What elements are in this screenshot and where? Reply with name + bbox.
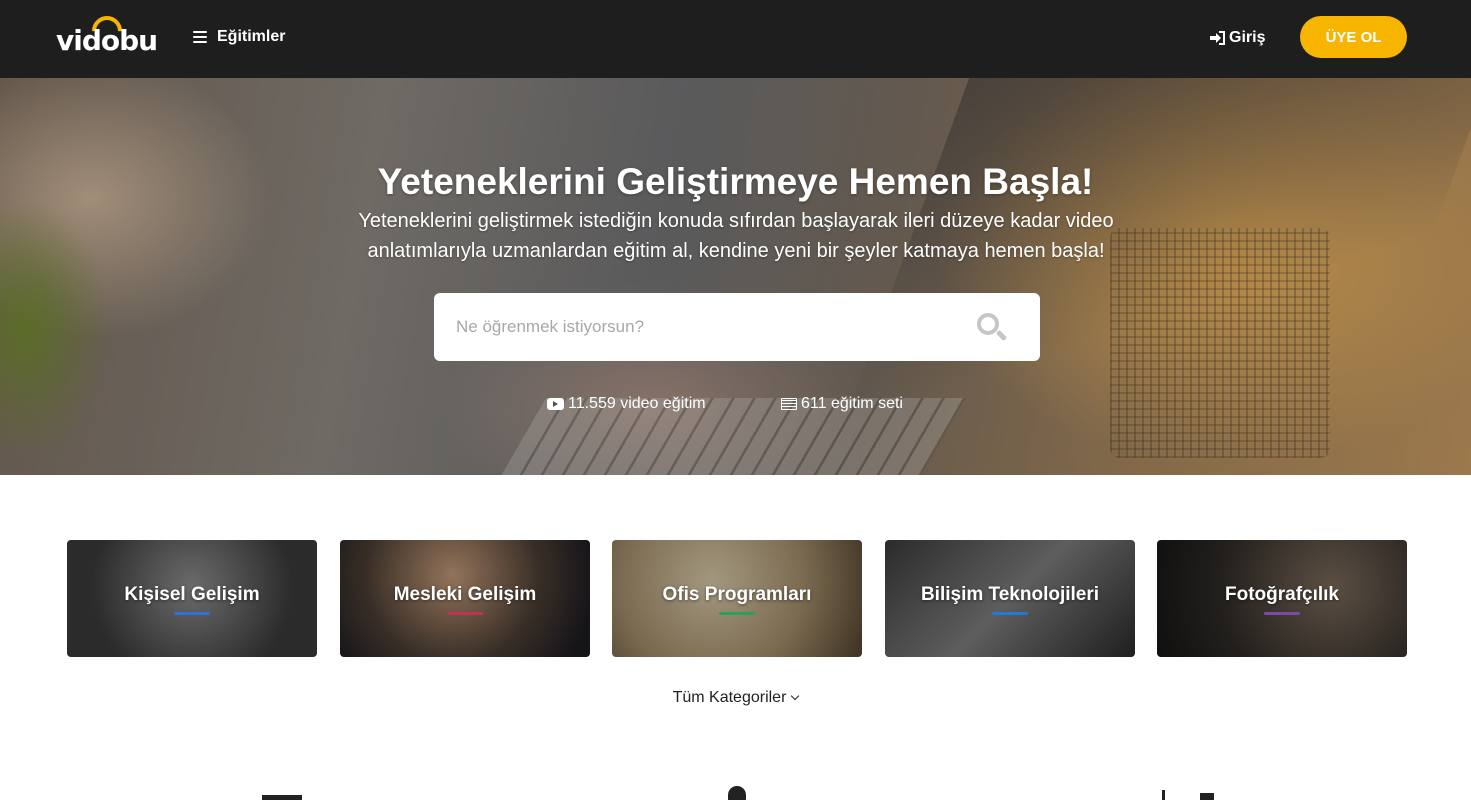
feature-icon-list [262,795,302,800]
list-icon [781,398,797,410]
courses-menu-button[interactable]: Eğitimler [193,28,285,46]
search-box [434,293,1040,361]
all-categories-label: Tüm Kategoriler [672,689,787,706]
play-icon [547,398,564,410]
category-underline [1264,612,1300,615]
hamburger-icon [193,31,207,43]
category-underline [447,612,483,615]
logo-text: vidobu [56,24,158,57]
category-card-mesleki-gelisim[interactable]: Mesleki Gelişim [340,540,590,657]
category-label: Kişisel Gelişim [124,583,260,605]
hero-title: Yeteneklerini Geliştirmeye Hemen Başla! [377,161,1094,202]
signup-button[interactable]: ÜYE OL [1300,16,1407,58]
feature-icon-arrow [1200,793,1214,800]
hero-subtitle: Yeteneklerini geliştirmek istediğin konu… [358,210,1114,262]
set-count-label: 611 eğitim seti [801,395,903,412]
courses-menu-label: Eğitimler [217,28,286,45]
vidobu-logo[interactable]: vidobu [56,9,158,62]
category-card-bilisim-teknolojileri[interactable]: Bilişim Teknolojileri [885,540,1135,657]
category-card-fotografcilik[interactable]: Fotoğrafçılık [1157,540,1407,657]
hero-banner: Yeteneklerini Geliştirmeye Hemen Başla! … [0,78,1471,475]
category-card-kisisel-gelisim[interactable]: Kişisel Gelişim [67,540,317,657]
hero-overlay [0,78,1471,475]
video-count-stat: 11.559 video eğitim [547,395,706,413]
search-input[interactable] [456,313,956,341]
category-label: Bilişim Teknolojileri [920,583,1100,605]
category-card-ofis-programlari[interactable]: Ofis Programları [612,540,862,657]
video-count-label: 11.559 video eğitim [568,395,706,412]
login-label: Giriş [1229,29,1266,46]
set-count-stat: 611 eğitim seti [781,395,903,413]
feature-icon-microphone [728,786,746,800]
search-icon[interactable] [975,311,1009,345]
category-underline [719,612,755,615]
category-underline [174,612,210,615]
top-navbar: vidobu Eğitimler Giriş ÜYE OL [0,0,1471,78]
all-categories-toggle[interactable]: Tüm Kategoriler [0,689,1471,707]
feature-icon-chart [1162,790,1165,800]
chevron-down-icon [791,691,800,701]
category-underline [992,612,1028,615]
category-label: Fotoğrafçılık [1224,583,1339,605]
sign-in-icon [1210,31,1225,45]
category-label: Mesleki Gelişim [393,583,537,605]
login-link[interactable]: Giriş [1210,29,1265,47]
category-label: Ofis Programları [662,583,812,605]
